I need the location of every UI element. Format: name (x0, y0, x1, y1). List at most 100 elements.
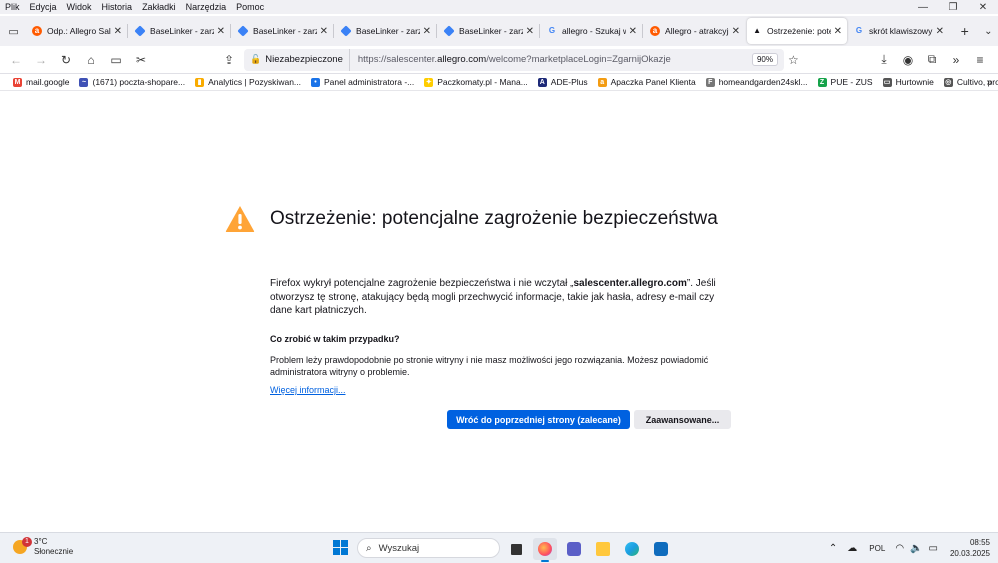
bookmark-favicon-icon: • (311, 77, 321, 87)
overflow-chevron-icon[interactable]: » (944, 48, 968, 72)
bookmark-item[interactable]: Mmail.google (8, 77, 74, 87)
close-tab-icon[interactable]: ✕ (217, 26, 225, 37)
minimize-icon[interactable]: — (908, 0, 938, 16)
bookmarks-overflow-icon[interactable]: » (986, 77, 992, 88)
learn-more-link[interactable]: Więcej informacji... (270, 385, 346, 395)
google-icon: G (855, 26, 863, 35)
tab-label: BaseLinker - zarząd (356, 26, 420, 36)
tab-label: Odp.: Allegro Sales (47, 26, 111, 36)
bookmark-label: Paczkomaty.pl - Mana... (437, 77, 528, 87)
sun-icon: 1 (13, 537, 32, 554)
file-explorer-icon[interactable] (591, 538, 615, 560)
menu-help[interactable]: Pomoc (231, 2, 269, 12)
bookmark-favicon-icon: a (597, 77, 607, 87)
teams-icon[interactable] (562, 538, 586, 560)
tab[interactable]: a Allegro - atrakcyjne✕ (645, 18, 745, 44)
bookmark-label: homeandgarden24skl... (718, 77, 808, 87)
tab[interactable]: BaseLinker - zarząd✕ (130, 18, 230, 44)
onedrive-icon[interactable]: ☁ (847, 543, 857, 554)
google-icon: G (548, 26, 556, 35)
bookmark-item[interactable]: ▭ Hurtownie (878, 77, 939, 87)
chevron-down-icon[interactable]: ⌄ (979, 26, 998, 37)
chevron-up-icon[interactable]: ⌃ (829, 543, 837, 554)
reload-icon[interactable]: ↻ (54, 48, 78, 72)
bookmark-item[interactable]: Fhomeandgarden24skl... (701, 77, 813, 87)
weather-temp: 3°C (34, 537, 48, 546)
edge-icon[interactable] (620, 538, 644, 560)
url-host: allegro.com (437, 54, 487, 65)
downloads-icon[interactable]: ⤓ (872, 48, 896, 72)
tab[interactable]: Gskrót klawiszowy do✕ (849, 18, 949, 44)
menu-view[interactable]: Widok (62, 2, 97, 12)
volume-icon[interactable]: 🔈 (910, 543, 922, 554)
language-indicator[interactable]: POL (869, 544, 885, 553)
tab[interactable]: BaseLinker - zarząd✕ (233, 18, 333, 44)
bookmark-favicon-icon: A (537, 77, 547, 87)
tab[interactable]: Gallegro - Szukaj w G✕ (542, 18, 642, 44)
tab[interactable]: ▲ Ostrzeżenie: poten✕ (747, 18, 848, 44)
close-tab-icon[interactable]: ✕ (423, 26, 431, 37)
zoom-level-badge[interactable]: 90% (751, 53, 778, 66)
advanced-button[interactable]: Zaawansowane... (634, 410, 731, 429)
warning-description: Firefox wykrył potencjalne zagrożenie be… (270, 277, 730, 318)
bookmark-item[interactable]: a Apaczka Panel Klienta (593, 77, 701, 87)
bookmark-item[interactable]: • Panel administratora -... (306, 77, 419, 87)
windows-start-icon[interactable] (333, 540, 349, 556)
taskbar-search[interactable]: ⌕ Wyszukaj (357, 538, 500, 558)
battery-icon[interactable]: ▭ (929, 543, 938, 554)
insecure-indicator[interactable]: 🔓 Niezabezpieczone (244, 48, 350, 71)
clock-date: 20.03.2025 (949, 549, 990, 558)
baselinker-icon (134, 25, 146, 37)
close-tab-icon[interactable]: ✕ (320, 26, 328, 37)
wifi-icon[interactable]: ◠ (895, 543, 904, 554)
screenshot-icon[interactable]: ✂ (129, 48, 153, 72)
close-tab-icon[interactable]: ✕ (936, 26, 944, 37)
url-text[interactable]: https://salescenter.allegro.com/welcome?… (350, 54, 752, 65)
insecure-label: Niezabezpieczone (265, 54, 343, 65)
close-tab-icon[interactable]: ✕ (114, 26, 122, 37)
account-icon[interactable]: ◉ (896, 48, 920, 72)
forward-icon[interactable]: → (29, 48, 53, 72)
url-bar[interactable]: 🔓 Niezabezpieczone https://salescenter.a… (244, 48, 784, 71)
tab[interactable]: BaseLinker - zarząd✕ (439, 18, 539, 44)
bookmark-item[interactable]: A ADE-Plus (533, 77, 593, 87)
store-icon[interactable] (649, 538, 673, 560)
close-window-icon[interactable]: ✕ (968, 0, 998, 16)
bookmark-favicon-icon: F (705, 77, 715, 87)
tab-list-icon[interactable]: ▭ (2, 18, 25, 44)
bookmark-item[interactable]: Z PUE - ZUS (813, 77, 878, 87)
save-to-pocket-icon[interactable]: ⇪ (217, 48, 241, 72)
task-view-icon[interactable] (504, 538, 528, 560)
bookmark-item[interactable]: ~ (1671) poczta-shopare... (74, 77, 190, 87)
folder-icon[interactable]: ▭ (104, 48, 128, 72)
bookmark-star-icon[interactable]: ☆ (788, 53, 799, 67)
weather-widget[interactable]: 1 3°C Słonecznie (13, 537, 73, 557)
go-back-button[interactable]: Wróć do poprzedniej strony (zalecane) (447, 410, 630, 429)
menu-history[interactable]: Historia (97, 2, 138, 12)
what-to-do-heading: Co zrobić w takim przypadku? (270, 334, 400, 344)
menu-tools[interactable]: Narzędzia (181, 2, 232, 12)
menu-edit[interactable]: Edycja (25, 2, 62, 12)
close-tab-icon[interactable]: ✕ (629, 26, 637, 37)
bookmark-label: Hurtownie (895, 77, 934, 87)
close-tab-icon[interactable]: ✕ (526, 26, 534, 37)
clock[interactable]: 08:55 20.03.2025 (950, 537, 990, 559)
restore-icon[interactable]: ❐ (938, 0, 968, 16)
firefox-icon[interactable] (533, 538, 557, 562)
bookmark-item[interactable]: ✦ Paczkomaty.pl - Mana... (419, 77, 533, 87)
tab[interactable]: a Odp.: Allegro Sales✕ (27, 18, 127, 44)
menu-file[interactable]: Plik (0, 2, 25, 12)
new-tab-icon[interactable]: + (955, 23, 974, 39)
clock-time: 08:55 (969, 538, 990, 547)
tab[interactable]: BaseLinker - zarząd✕ (336, 18, 436, 44)
close-tab-icon[interactable]: ✕ (834, 26, 842, 37)
hamburger-menu-icon[interactable]: ≡ (968, 48, 992, 72)
back-icon[interactable]: ← (4, 48, 28, 72)
close-tab-icon[interactable]: ✕ (732, 26, 740, 37)
bookmark-item[interactable]: ▮ Analytics | Pozyskiwan... (190, 77, 306, 87)
bookmark-favicon-icon: ▮ (195, 77, 205, 87)
extensions-icon[interactable]: ⧉ (920, 48, 944, 72)
home-icon[interactable]: ⌂ (79, 48, 103, 72)
menu-bookmarks[interactable]: Zakładki (137, 2, 181, 12)
menu-bar: Plik Edycja Widok Historia Zakładki Narz… (0, 0, 998, 14)
